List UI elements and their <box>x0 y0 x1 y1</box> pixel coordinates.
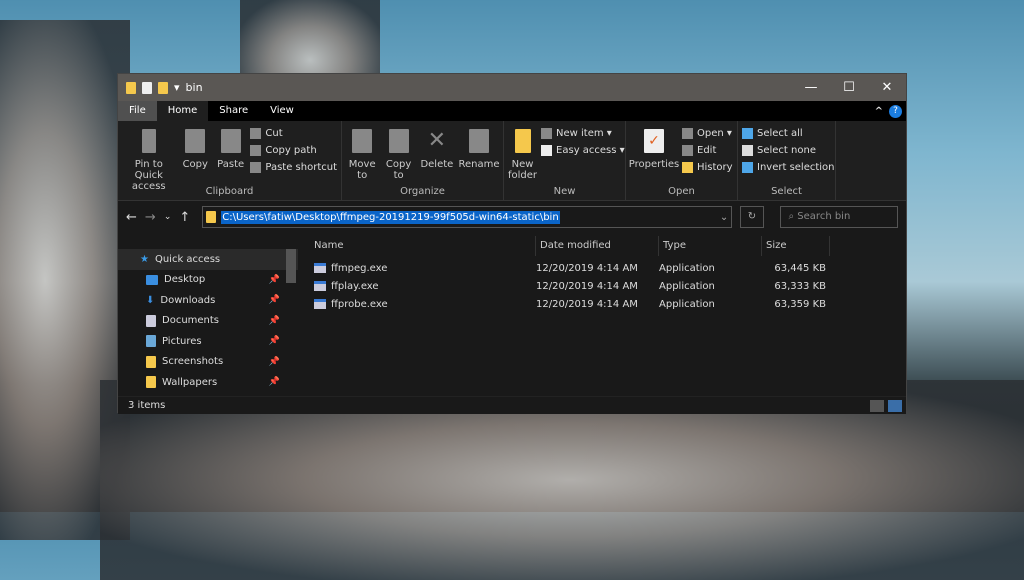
invert-selection-button[interactable]: Invert selection <box>742 162 835 173</box>
file-list: Name Date modified Type Size ffmpeg.exe 1… <box>298 233 906 396</box>
column-size[interactable]: Size <box>762 236 830 256</box>
file-explorer-window: ▾ bin — ☐ ✕ File Home Share View ^? Pin … <box>117 73 907 414</box>
recent-locations-button[interactable]: ⌄ <box>164 212 172 222</box>
file-row[interactable]: ffmpeg.exe 12/20/2019 4:14 AM Application 6… <box>298 259 906 277</box>
folder-icon <box>126 81 136 94</box>
minimize-button[interactable]: — <box>792 80 830 95</box>
sidebar-scrollbar[interactable] <box>286 249 296 283</box>
desktop-icon <box>146 274 158 285</box>
new-folder-quick-icon[interactable] <box>158 81 168 94</box>
open-button[interactable]: Open ▾ <box>682 128 733 139</box>
application-icon <box>314 299 326 309</box>
sidebar-item-screenshots[interactable]: Screenshots 📌 <box>118 352 298 373</box>
window-title: bin <box>185 81 203 94</box>
pin-icon: 📌 <box>268 274 280 285</box>
edit-button[interactable]: Edit <box>682 145 733 156</box>
pin-icon: 📌 <box>268 356 280 367</box>
address-dropdown-icon[interactable]: ⌄ <box>720 212 728 223</box>
pictures-icon <box>146 335 156 348</box>
new-item-button[interactable]: New item ▾ <box>541 128 625 139</box>
column-name[interactable]: Name <box>314 236 536 256</box>
clipboard-group-label: Clipboard <box>205 186 254 197</box>
tab-view[interactable]: View <box>259 101 305 121</box>
tab-file[interactable]: File <box>118 101 157 121</box>
select-group: Select all Select none Invert selection … <box>738 121 836 200</box>
column-headers: Name Date modified Type Size <box>298 233 906 259</box>
pin-icon: 📌 <box>268 315 280 326</box>
status-bar: 3 items <box>118 396 906 414</box>
sidebar-item-quick-access[interactable]: ★ Quick access <box>118 249 298 270</box>
shortcut-icon <box>250 162 262 173</box>
properties-quick-icon[interactable] <box>142 81 152 94</box>
search-input[interactable]: ⌕ Search bin <box>779 206 898 228</box>
refresh-button[interactable]: ↻ <box>740 206 764 228</box>
tab-share[interactable]: Share <box>208 101 259 121</box>
documents-icon <box>146 314 156 327</box>
path-icon <box>250 145 262 156</box>
organize-group-label: Organize <box>400 186 445 197</box>
star-icon: ★ <box>140 253 149 265</box>
forward-button[interactable]: → <box>145 210 156 225</box>
details-view-button[interactable] <box>870 399 884 412</box>
back-button[interactable]: ← <box>126 210 137 225</box>
ribbon: Pin to Quick access Copy Paste Cut Copy … <box>118 121 906 201</box>
sidebar-item-pictures[interactable]: Pictures 📌 <box>118 331 298 352</box>
maximize-button[interactable]: ☐ <box>830 80 868 95</box>
application-icon <box>314 263 326 273</box>
search-placeholder: Search bin <box>797 211 851 222</box>
large-icons-view-button[interactable] <box>888 399 902 412</box>
folder-icon <box>146 355 156 368</box>
copy-path-button[interactable]: Copy path <box>250 145 337 156</box>
scissors-icon <box>250 128 262 139</box>
close-button[interactable]: ✕ <box>868 80 906 95</box>
column-date-modified[interactable]: Date modified <box>536 236 659 256</box>
select-all-button[interactable]: Select all <box>742 128 835 139</box>
easy-access-button[interactable]: Easy access ▾ <box>541 145 625 156</box>
folder-icon <box>146 376 156 389</box>
file-row[interactable]: ffprobe.exe 12/20/2019 4:14 AM Application… <box>298 295 906 313</box>
paste-shortcut-button[interactable]: Paste shortcut <box>250 162 337 173</box>
help-icon[interactable]: ? <box>889 104 902 118</box>
sidebar-item-desktop[interactable]: Desktop 📌 <box>118 270 298 291</box>
folder-icon <box>206 211 217 223</box>
sidebar-item-documents[interactable]: Documents 📌 <box>118 311 298 332</box>
sidebar-item-downloads[interactable]: ⬇ Downloads 📌 <box>118 290 298 311</box>
collapse-ribbon-icon[interactable]: ^ <box>875 106 883 117</box>
pin-icon: 📌 <box>268 377 280 388</box>
pin-icon: 📌 <box>268 295 280 306</box>
title-bar: ▾ bin — ☐ ✕ <box>118 74 906 101</box>
tab-home[interactable]: Home <box>156 101 209 121</box>
cut-button[interactable]: Cut <box>250 128 337 139</box>
column-type[interactable]: Type <box>659 236 762 256</box>
item-count: 3 items <box>128 400 166 411</box>
sidebar-item-wallpapers[interactable]: Wallpapers 📌 <box>118 372 298 393</box>
select-group-label: Select <box>771 186 802 197</box>
application-icon <box>314 281 326 291</box>
organize-group: Move to Copy to ✕ Delete Rename Organize <box>342 121 504 200</box>
file-row[interactable]: ffplay.exe 12/20/2019 4:14 AM Application 6… <box>298 277 906 295</box>
new-group: New folder New item ▾ Easy access ▾ New <box>504 121 626 200</box>
open-group-label: Open <box>668 186 695 197</box>
customize-toolbar-icon[interactable]: ▾ <box>174 81 180 94</box>
address-path[interactable]: C:\Users\fatiw\Desktop\ffmpeg-20191219-9… <box>221 210 560 224</box>
open-group: ✓ Properties Open ▾ Edit History Open <box>626 121 738 200</box>
address-bar[interactable]: C:\Users\fatiw\Desktop\ffmpeg-20191219-9… <box>202 206 733 228</box>
download-icon: ⬇ <box>146 294 155 306</box>
address-bar-row: ← → ⌄ ↑ C:\Users\fatiw\Desktop\ffmpeg-20… <box>118 201 906 233</box>
up-button[interactable]: ↑ <box>179 210 190 225</box>
select-none-button[interactable]: Select none <box>742 145 835 156</box>
new-group-label: New <box>553 186 576 197</box>
clipboard-group: Pin to Quick access Copy Paste Cut Copy … <box>118 121 342 200</box>
history-button[interactable]: History <box>682 162 733 173</box>
ribbon-tabs: File Home Share View ^? <box>118 101 906 121</box>
navigation-pane: ★ Quick access Desktop 📌 ⬇ Downloads 📌 Docum… <box>118 233 298 396</box>
pin-icon: 📌 <box>268 336 280 347</box>
